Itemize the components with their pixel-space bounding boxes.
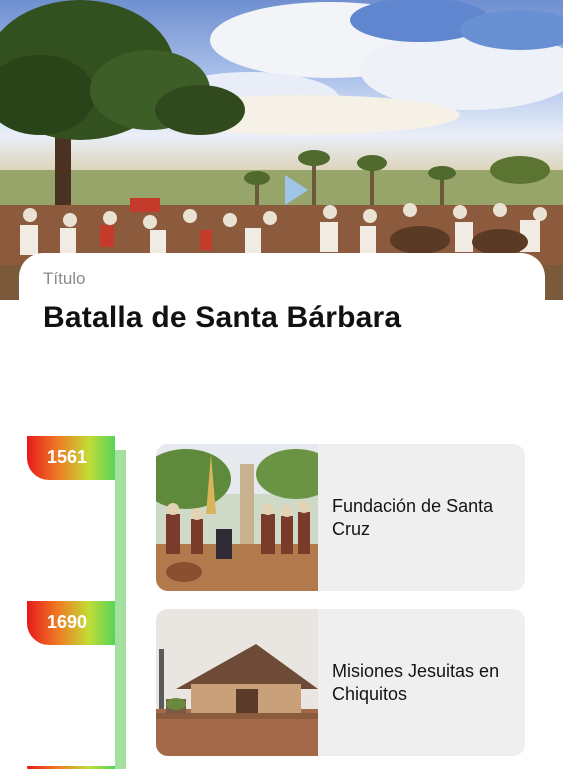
founding-painting-illustration [156,444,318,591]
jesuit-mission-church-illustration [156,609,318,756]
title-card: Título Batalla de Santa Bárbara [19,253,545,350]
page-title: Batalla de Santa Bárbara [43,301,402,334]
title-label: Título [43,269,86,288]
year-badge-1690: 1690 [27,601,115,645]
year-badge-1561: 1561 [27,436,115,480]
year-label: 1690 [47,612,88,632]
timeline-line [115,450,126,769]
event-thumbnail [156,444,318,591]
event-title: Fundación de Santa Cruz [332,495,494,539]
timeline-event-card[interactable]: Fundación de Santa Cruz [156,444,525,591]
event-thumbnail [156,609,318,756]
year-label: 1561 [47,447,88,467]
event-title: Misiones Jesuitas en Chiquitos [332,660,500,704]
timeline-event-card[interactable]: Misiones Jesuitas en Chiquitos [156,609,525,756]
